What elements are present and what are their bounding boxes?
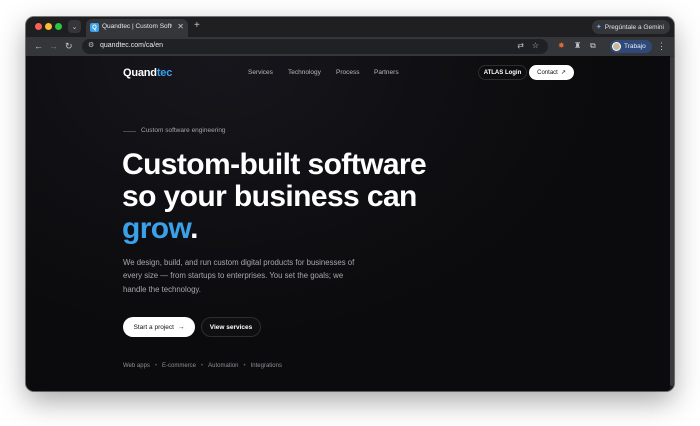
puzzle-icon[interactable]: ⧉ <box>590 40 596 52</box>
eyebrow-divider <box>123 131 136 132</box>
hero-period: . <box>190 212 198 245</box>
active-tab[interactable]: Q Quandtec | Custom Software ✕ <box>86 19 188 37</box>
tag-separator: • <box>154 363 158 369</box>
tab-search-button[interactable]: ⌄ <box>68 20 81 33</box>
page-viewport: Quandtec Services Technology Process Par… <box>26 56 674 391</box>
translate-icon[interactable]: ⇄ <box>517 41 524 50</box>
hero-description: We design, build, and run custom digital… <box>123 258 355 294</box>
scrollbar-thumb[interactable] <box>670 56 674 386</box>
star-icon[interactable]: ☆ <box>532 41 539 50</box>
site-info-icon[interactable]: ⚙ <box>88 41 94 49</box>
eyebrow-text: Custom software engineering <box>141 127 226 134</box>
site-logo[interactable]: Quandtec <box>123 67 172 79</box>
arrow-up-right-icon: ↗ <box>560 70 566 76</box>
profile-label: Trabajo <box>624 43 646 50</box>
hero-accent-word: grow <box>122 212 191 245</box>
tag-item: Integrations <box>250 363 282 369</box>
hero-line-2: so your business can <box>122 180 417 213</box>
chevron-down-icon: ⌄ <box>71 23 78 31</box>
atlas-login-button[interactable]: ATLAS Login <box>478 65 527 80</box>
menu-icon[interactable]: ⋮ <box>657 40 666 52</box>
browser-window: ⌄ Q Quandtec | Custom Software ✕ + ✦ Pre… <box>26 17 674 391</box>
maximize-window-button[interactable] <box>55 23 62 30</box>
reload-icon[interactable]: ↻ <box>65 40 73 52</box>
tag-item: Web apps <box>123 363 150 369</box>
hero-heading: Custom-built software so your business c… <box>122 148 427 245</box>
gemini-button[interactable]: ✦ Pregúntale a Gemini <box>591 20 670 34</box>
close-window-button[interactable] <box>35 23 42 30</box>
start-project-button[interactable]: Start a project → <box>123 317 195 337</box>
arrow-right-icon: → <box>177 323 185 331</box>
browser-toolbar: ← → ↻ ⚙ quandtec.com/ca/en ⇄ ☆ ✸ ♜ ⧉ Tra… <box>26 37 674 56</box>
close-tab-icon[interactable]: ✕ <box>177 22 184 32</box>
nav-link-process[interactable]: Process <box>336 69 359 76</box>
url-text[interactable]: quandtec.com/ca/en <box>100 42 163 49</box>
contact-button[interactable]: Contact ↗ <box>529 65 574 80</box>
back-icon[interactable]: ← <box>34 40 43 52</box>
atlas-login-label: ATLAS Login <box>483 69 522 76</box>
tag-item: E-commerce <box>162 363 197 369</box>
view-services-label: View services <box>209 323 253 331</box>
hero-line-3: grow. <box>122 213 426 245</box>
profile-button[interactable]: Trabajo <box>610 40 652 53</box>
tab-strip: ⌄ Q Quandtec | Custom Software ✕ + ✦ Pre… <box>26 17 674 37</box>
logo-part-2: tec <box>156 67 173 79</box>
forward-icon[interactable]: → <box>49 40 58 52</box>
scrollbar[interactable] <box>670 56 674 391</box>
tag-separator: • <box>201 363 204 369</box>
view-services-button[interactable]: View services <box>201 317 261 337</box>
new-tab-icon[interactable]: + <box>194 20 200 32</box>
start-project-label: Start a project <box>133 323 174 331</box>
tag-separator: • <box>243 363 246 369</box>
hero-line-1: Custom-built software <box>122 148 427 181</box>
gemini-spark-icon: ✦ <box>595 24 602 31</box>
avatar <box>612 42 621 51</box>
logo-part-1: Quand <box>123 67 157 79</box>
tab-title: Quandtec | Custom Software <box>102 23 172 30</box>
nav-link-partners[interactable]: Partners <box>374 69 399 76</box>
gemini-label: Pregúntale a Gemini <box>604 23 664 31</box>
address-bar[interactable]: ⚙ quandtec.com/ca/en ⇄ ☆ <box>82 39 548 54</box>
service-tags: Web apps • E-commerce • Automation • Int… <box>123 363 282 369</box>
tag-item: Automation <box>208 363 239 369</box>
quandtec-favicon-icon: Q <box>90 23 99 32</box>
minimize-window-button[interactable] <box>45 23 52 30</box>
nav-link-technology[interactable]: Technology <box>288 69 321 76</box>
nav-link-services[interactable]: Services <box>248 69 273 76</box>
extension-icon[interactable]: ✸ <box>558 40 565 52</box>
contact-label: Contact <box>537 69 558 76</box>
extension-2-icon[interactable]: ♜ <box>574 40 581 52</box>
